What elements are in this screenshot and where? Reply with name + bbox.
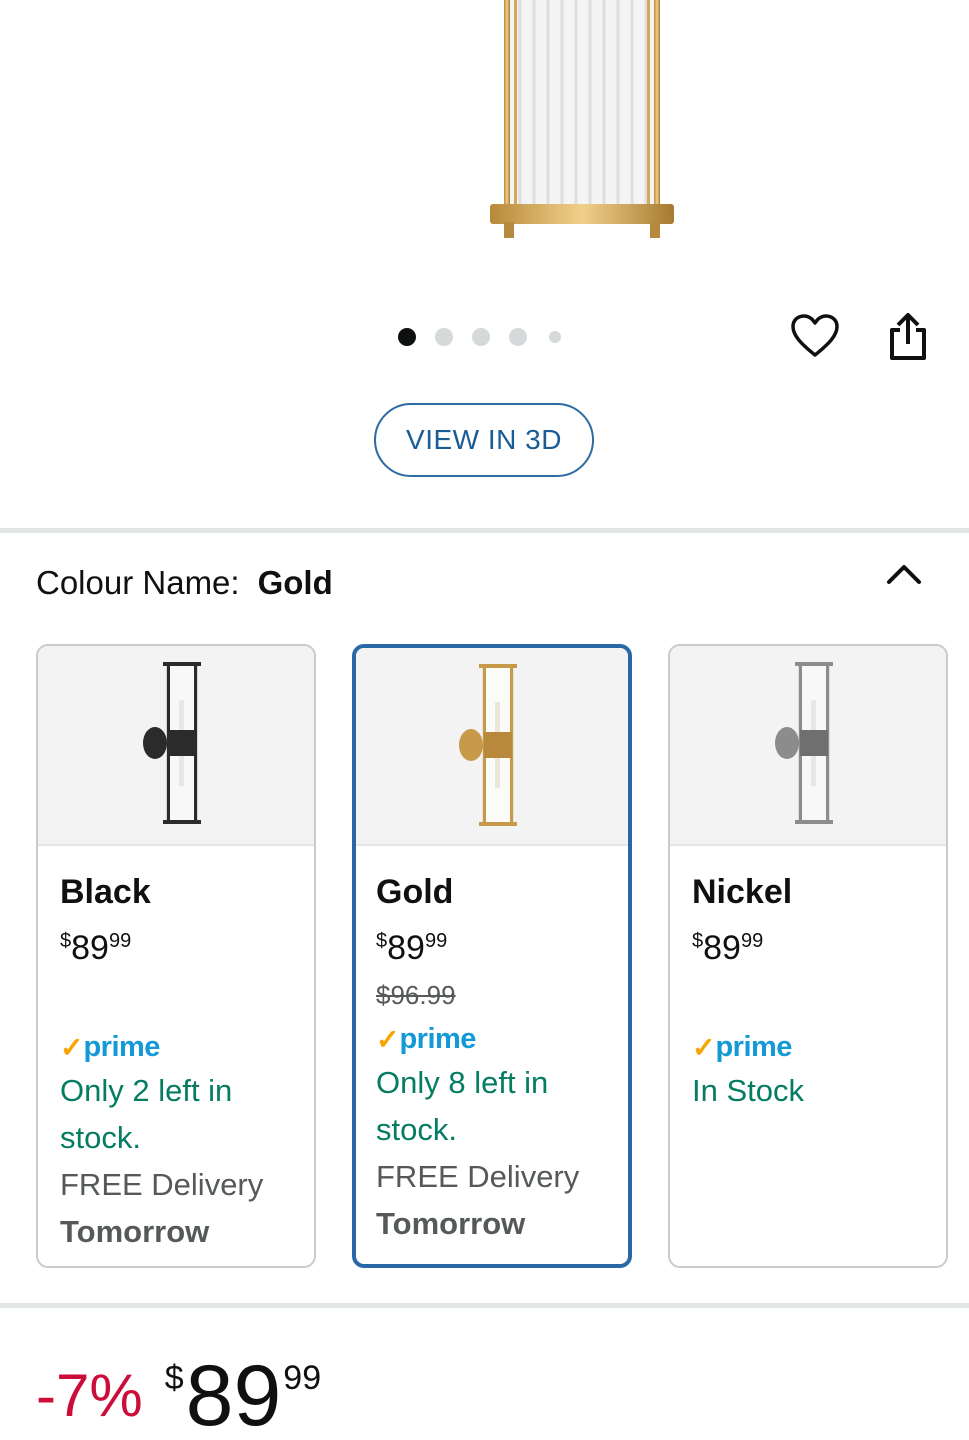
current-price: $ 89 99 (164, 1348, 322, 1440)
prime-check-icon: ✓ (376, 1023, 400, 1055)
colour-name-value: Gold (257, 564, 333, 601)
variant-price: $8999 (60, 929, 132, 967)
variant-price: $8999 (692, 929, 764, 967)
view-in-3d-button[interactable]: VIEW IN 3D (374, 403, 594, 477)
product-page: VIEW IN 3D Colour Name: Gold Black $8999… (0, 0, 969, 1440)
prime-check-icon: ✓ (692, 1031, 716, 1063)
delivery-text: FREE Delivery (60, 1167, 264, 1202)
sconce-thumbnail-icon (775, 662, 833, 824)
delivery-text: FREE Delivery (376, 1159, 580, 1194)
section-divider (0, 528, 969, 533)
colour-name-label: Colour Name: (36, 564, 240, 601)
variant-price: $8999 (376, 929, 448, 967)
product-image[interactable] (0, 0, 969, 300)
variant-thumbnail (356, 648, 628, 846)
delivery-day: Tomorrow (376, 1206, 526, 1241)
variant-name: Black (60, 873, 151, 911)
variant-list-price: $96.99 (376, 980, 456, 1010)
pagination-dot-5[interactable] (549, 331, 561, 343)
pagination-dot-1[interactable] (398, 328, 416, 346)
heart-icon[interactable] (790, 313, 840, 359)
prime-badge: ✓ prime (60, 1030, 160, 1063)
variant-card-nickel[interactable]: Nickel $8999 ✓ prime In Stock (668, 644, 948, 1268)
variant-thumbnail (38, 646, 314, 846)
variant-card-gold[interactable]: Gold $8999 $96.99 ✓ prime Only 8 left in … (352, 644, 632, 1268)
prime-check-icon: ✓ (60, 1031, 84, 1063)
variant-card-black[interactable]: Black $8999 ✓ prime Only 2 left in stock.… (36, 644, 316, 1268)
sconce-thumbnail-icon (459, 664, 517, 826)
variant-name: Nickel (692, 873, 793, 911)
sconce-thumbnail-icon (143, 662, 201, 824)
colour-name-header: Colour Name: Gold (36, 564, 333, 602)
price-summary: -7% $ 89 99 (36, 1350, 321, 1440)
stock-status: Only 2 left in stock. (60, 1073, 233, 1155)
pagination-dot-3[interactable] (472, 328, 490, 346)
pagination-dot-2[interactable] (435, 328, 453, 346)
stock-status: Only 8 left in stock. (376, 1065, 549, 1147)
section-divider (0, 1303, 969, 1308)
prime-badge: ✓ prime (692, 1030, 792, 1063)
variant-thumbnail (670, 646, 946, 846)
prime-badge: ✓ prime (376, 1022, 476, 1055)
pagination-dot-4[interactable] (509, 328, 527, 346)
delivery-day: Tomorrow (60, 1214, 210, 1249)
wall-sconce-image (490, 0, 674, 238)
chevron-up-icon[interactable] (884, 560, 924, 590)
share-icon[interactable] (884, 312, 932, 362)
image-pagination (398, 326, 580, 348)
variant-name: Gold (376, 873, 454, 911)
stock-status: In Stock (692, 1073, 804, 1108)
discount-percentage: -7% (36, 1362, 143, 1429)
